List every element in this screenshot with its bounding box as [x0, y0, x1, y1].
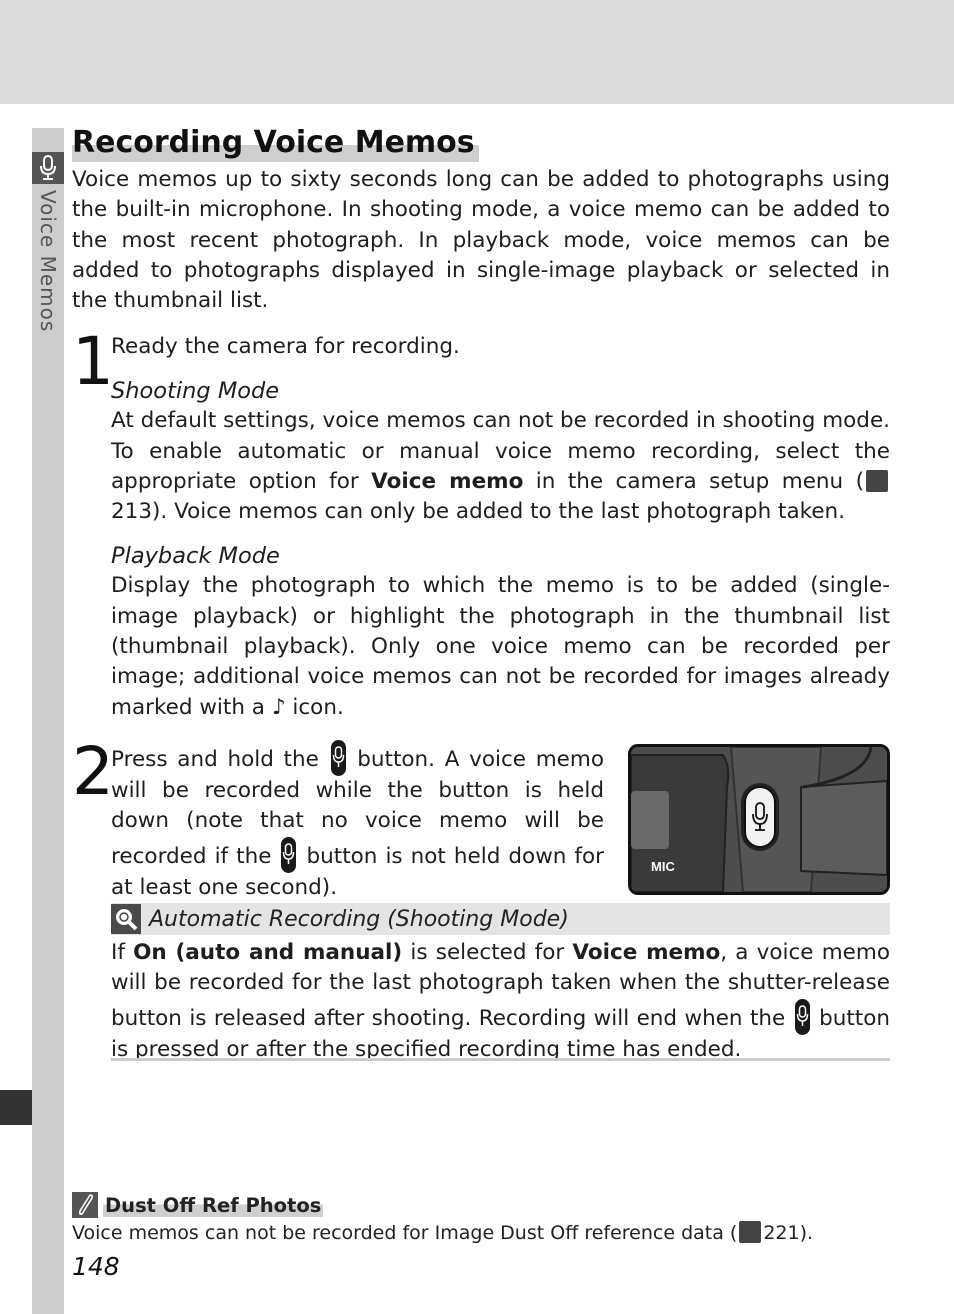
thumb-index-marker — [0, 1090, 32, 1125]
camera-microphone-illustration: MIC — [628, 744, 890, 895]
step-text: Ready the camera for recording. — [111, 334, 460, 359]
shooting-mode-text: At default settings, voice memos can not… — [111, 408, 891, 525]
page-number: 148 — [72, 1252, 120, 1281]
step-2: Press and hold the button. A voice memo … — [111, 740, 604, 903]
tip-body: If On (auto and manual) is selected for … — [111, 940, 890, 1062]
playback-mode-text: Display the photograph to which the memo… — [111, 573, 890, 720]
header-band — [0, 0, 954, 104]
playback-mode-heading: Playback Mode — [111, 543, 280, 570]
page-reference-icon — [739, 1221, 762, 1243]
note-body: Voice memos can not be recorded for Imag… — [72, 1221, 814, 1244]
microphone-button-icon — [330, 740, 346, 776]
shooting-mode-heading: Shooting Mode — [111, 378, 280, 405]
note-title: Dust Off Ref Photos — [103, 1193, 324, 1217]
tip-divider — [111, 1058, 890, 1061]
tip-icon — [111, 904, 141, 934]
microphone-icon — [32, 152, 64, 184]
tip-title: Automatic Recording (Shooting Mode) — [149, 906, 569, 932]
mic-label: MIC — [651, 859, 675, 874]
note-header: Dust Off Ref Photos — [72, 1192, 324, 1218]
page-reference[interactable]: 221 — [763, 1222, 799, 1244]
voice-memo-note-icon: ♪ — [271, 694, 286, 720]
page-reference-icon — [866, 469, 888, 492]
microphone-button-icon — [281, 836, 297, 873]
microphone-button-icon — [794, 998, 810, 1035]
menu-item-voice-memo: Voice memo — [371, 468, 524, 494]
tip-header: Automatic Recording (Shooting Mode) — [111, 903, 890, 935]
step-number: 1 — [72, 323, 114, 400]
step-1: Ready the camera for recording. Shooting… — [111, 332, 890, 723]
section-label: Voice Memos — [36, 190, 60, 333]
intro-paragraph: Voice memos up to sixty seconds long can… — [72, 167, 890, 314]
page-reference[interactable]: 213 — [111, 499, 152, 524]
pencil-note-icon — [72, 1192, 98, 1218]
step-number: 2 — [72, 733, 114, 810]
page-title: Recording Voice Memos — [72, 124, 479, 162]
